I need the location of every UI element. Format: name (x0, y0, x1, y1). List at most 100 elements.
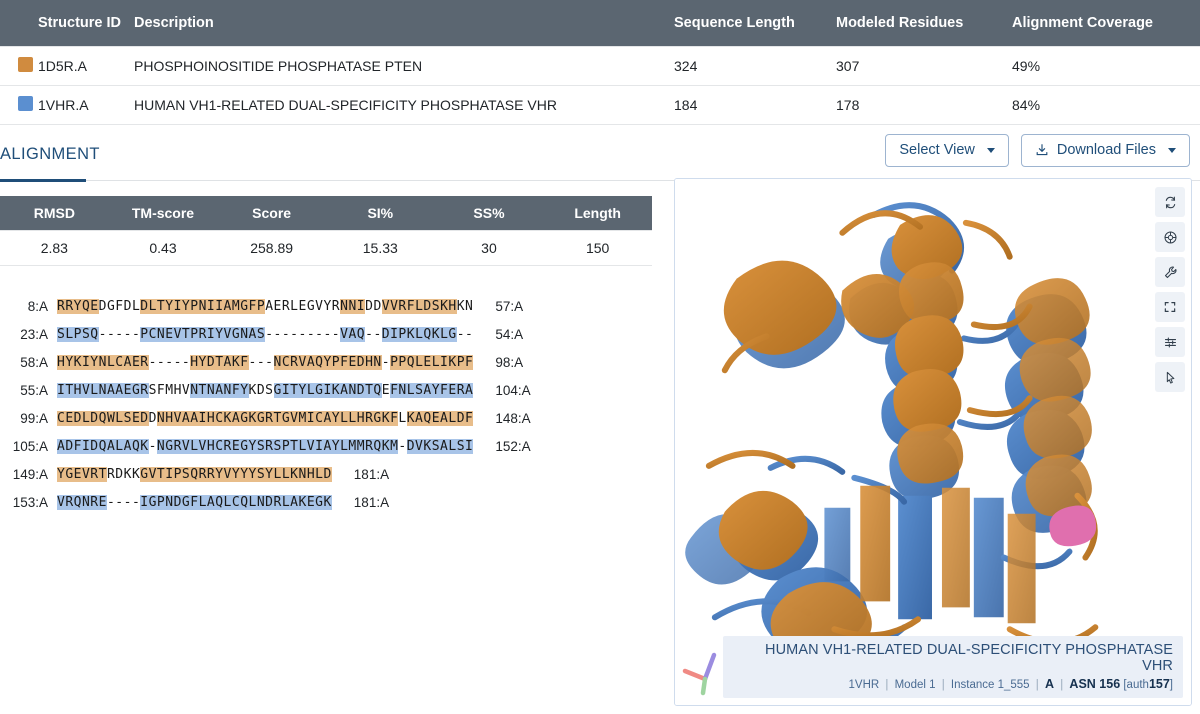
alignment-row[interactable]: 149:A YGEVRTRDKKGVTIPSQRRYVYYYSYLLKNHLD 18… (0, 460, 660, 488)
alignment-gap-segment: - (398, 438, 407, 454)
metric-value-ss: 30 (434, 230, 544, 266)
alignment-sequence[interactable]: HYKIYNLCAER-----HYDTAKF---NCRVAQYPFEDHN-… (57, 354, 474, 370)
alignment-end-position: 57:A (495, 298, 524, 314)
alignment-metrics-table: RMSD TM-score Score SI% SS% Length 2.83 … (0, 196, 652, 266)
alignment-sequence[interactable]: RRYQEDGFDLDLTYIYPNIIAMGFPAERLEGVYRNNIDDV… (57, 298, 474, 314)
alignment-start-position: 149:A (12, 466, 48, 482)
viewer-selection-caption: HUMAN VH1-RELATED DUAL-SPECIFICITY PHOSP… (723, 636, 1183, 698)
structure-description-cell: PHOSPHOINOSITIDE PHOSPHATASE PTEN (134, 46, 674, 86)
caption-separator: | (885, 679, 889, 691)
alignment-aligned-segment: KAQEALDF (406, 410, 474, 426)
table-row: 2.83 0.43 258.89 15.33 30 150 (0, 230, 652, 266)
metric-value-length: 150 (543, 230, 652, 266)
selection-cursor-icon[interactable] (1155, 362, 1185, 392)
alignment-left-column: RMSD TM-score Score SI% SS% Length 2.83 … (0, 196, 652, 266)
summary-header-description: Description (134, 0, 674, 47)
alignment-aligned-segment: YGEVRT (57, 466, 107, 482)
summary-header-alignment-coverage: Alignment Coverage (1012, 0, 1200, 47)
alignment-aligned-segment: HYDTAKF (190, 354, 249, 370)
alignment-gap-segment: E (381, 382, 391, 398)
axis-z (702, 652, 717, 682)
axis-x (682, 668, 708, 682)
download-files-button[interactable]: Download Files (1020, 134, 1190, 167)
alignment-row[interactable]: 58:A HYKIYNLCAER-----HYDTAKF---NCRVAQYPFE… (0, 348, 660, 376)
alignment-row[interactable]: 105:A ADFIDQALAQK-NGRVLVHCREGYSRSPTLVIAYL… (0, 432, 660, 460)
table-row[interactable]: 1VHR.A HUMAN VH1-RELATED DUAL-SPECIFICIT… (0, 85, 1200, 125)
alignment-end-position: 152:A (495, 438, 531, 454)
metric-value-score: 258.89 (217, 230, 326, 266)
structure-3d-viewer[interactable]: HUMAN VH1-RELATED DUAL-SPECIFICITY PHOSP… (674, 178, 1192, 706)
modeled-residues-cell: 178 (836, 85, 1012, 125)
alignment-sequence[interactable]: SLPSQ-----PCNEVTPRIYVGNAS---------VAQ--D… (57, 326, 473, 342)
alignment-gap-segment: ----- (98, 326, 141, 342)
alignment-row[interactable]: 99:A CEDLDQWLSEDDNHVAAIHCKAGKGRTGVMICAYLL… (0, 404, 660, 432)
molecular-ribbon-canvas[interactable] (675, 179, 1191, 705)
alignment-aligned-segment: SLPSQ (57, 326, 99, 342)
select-view-label: Select View (899, 142, 975, 158)
alignment-tab-bar: ALIGNMENT Select View Download Files (0, 125, 1200, 182)
caption-structure-details: 1VHR | Model 1 | Instance 1_555 | A | AS… (733, 677, 1174, 691)
alignment-row[interactable]: 23:A SLPSQ-----PCNEVTPRIYVGNAS---------VA… (0, 320, 660, 348)
alignment-coverage-cell: 49% (1012, 46, 1200, 86)
alignment-row[interactable]: 153:A VRQNRE----IGPNDGFLAQLCQLNDRLAKEGK 18… (0, 488, 660, 516)
alignment-end-position: 148:A (495, 410, 531, 426)
alignment-start-position: 105:A (12, 438, 48, 454)
summary-header-sequence-length: Sequence Length (674, 0, 836, 47)
alignment-aligned-segment: NGRVLVHCREGYSRSPTLVIAYLMMRQKM (156, 438, 399, 454)
summary-header-structure-id: Structure ID (38, 0, 134, 47)
focus-target-icon[interactable] (1155, 222, 1185, 252)
chevron-down-icon (986, 147, 995, 153)
caption-structure-title: HUMAN VH1-RELATED DUAL-SPECIFICITY PHOSP… (765, 642, 1173, 674)
alignment-sequence[interactable]: ITHVLNAAEGRSFMHVNTNANFYKDSGITYLGIKANDTQE… (57, 382, 474, 398)
alignment-aligned-segment: NTNANFY (190, 382, 249, 398)
alignment-gap-segment: --- (248, 354, 274, 370)
alignment-gap-segment: ----- (148, 354, 191, 370)
alignment-gap-segment: ---- (106, 494, 141, 510)
alignment-aligned-segment: VRQNRE (57, 494, 107, 510)
alignment-aligned-segment: NHVAAIHCKAGKGRTGVMICAYLLHRGKF (156, 410, 399, 426)
tab-alignment[interactable]: ALIGNMENT (0, 145, 112, 175)
alignment-sequence[interactable]: YGEVRTRDKKGVTIPSQRRYVYYYSYLLKNHLD (57, 466, 332, 482)
caption-instance: Instance 1_555 (950, 679, 1030, 691)
alignment-start-position: 55:A (20, 382, 48, 398)
alignment-gap-segment: - (148, 438, 157, 454)
alignment-coverage-cell: 84% (1012, 85, 1200, 125)
alignment-aligned-segment: ITHVLNAAEGR (57, 382, 149, 398)
caption-separator: | (941, 679, 945, 691)
structure-color-swatch (18, 96, 33, 111)
alignment-gap-segment: --------- (265, 326, 341, 342)
structure-color-cell (0, 85, 38, 125)
table-row[interactable]: 1D5R.A PHOSPHOINOSITIDE PHOSPHATASE PTEN… (0, 46, 1200, 86)
alignment-row[interactable]: 55:A ITHVLNAAEGRSFMHVNTNANFYKDSGITYLGIKAN… (0, 376, 660, 404)
viewer-tool-column (1155, 187, 1185, 392)
alignment-start-position: 99:A (20, 410, 48, 426)
alignment-start-position: 23:A (20, 326, 48, 342)
sequence-alignment-block: 8:A RRYQEDGFDLDLTYIYPNIIAMGFPAERLEGVYRNNI… (0, 292, 660, 516)
alignment-aligned-segment: FNLSAYFERA (390, 382, 474, 398)
alignment-aligned-segment: DVKSALSI (406, 438, 474, 454)
alignment-sequence[interactable]: CEDLDQWLSEDDNHVAAIHCKAGKGRTGVMICAYLLHRGK… (57, 410, 474, 426)
structure-color-cell (0, 46, 38, 86)
select-view-button[interactable]: Select View (885, 134, 1009, 167)
caption-auth-close: ] (1169, 679, 1173, 691)
fullscreen-icon[interactable] (1155, 292, 1185, 322)
metric-header-length: Length (543, 196, 652, 231)
modeled-residues-cell: 307 (836, 46, 1012, 86)
summary-header-modeled-residues: Modeled Residues (836, 0, 1012, 47)
alignment-sequence[interactable]: VRQNRE----IGPNDGFLAQLCQLNDRLAKEGK (57, 494, 332, 510)
alignment-gap-segment: KN (456, 298, 474, 314)
alignment-end-position: 181:A (353, 466, 390, 482)
caption-auth-label: [auth (1123, 679, 1149, 691)
metrics-table-body: 2.83 0.43 258.89 15.33 30 150 (0, 230, 652, 266)
metric-header-score: Score (217, 196, 326, 231)
wrench-settings-icon[interactable] (1155, 257, 1185, 287)
alignment-start-position: 153:A (12, 494, 48, 510)
alignment-sequence[interactable]: ADFIDQALAQK-NGRVLVHCREGYSRSPTLVIAYLMMRQK… (57, 438, 474, 454)
alignment-aligned-segment: VAQ (340, 326, 366, 342)
sliders-settings-icon[interactable] (1155, 327, 1185, 357)
metrics-header-row: RMSD TM-score Score SI% SS% Length (0, 196, 652, 231)
alignment-aligned-segment: NNI (340, 298, 366, 314)
reset-camera-icon[interactable] (1155, 187, 1185, 217)
alignment-row[interactable]: 8:A RRYQEDGFDLDLTYIYPNIIAMGFPAERLEGVYRNNI… (0, 292, 660, 320)
alignment-aligned-segment: DIPKLQKLG (381, 326, 457, 342)
